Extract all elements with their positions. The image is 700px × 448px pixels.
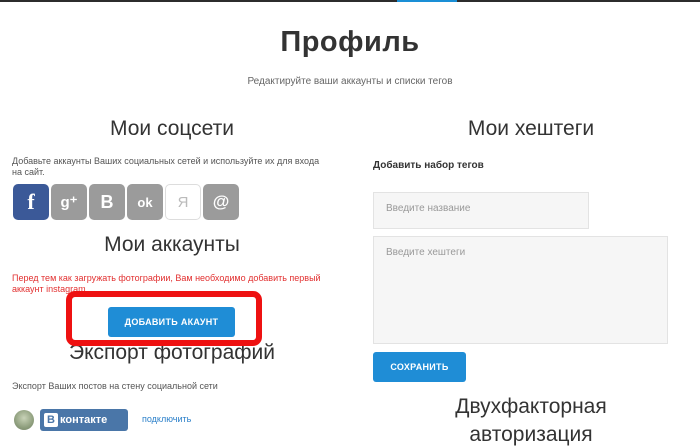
social-description: Добавьте аккаунты Ваших социальных сетей… — [12, 156, 320, 177]
social-heading: Мои соцсети — [109, 117, 234, 140]
save-button[interactable]: СОХРАНИТЬ — [373, 352, 466, 382]
facebook-icon[interactable]: f — [13, 184, 49, 220]
add-account-button[interactable]: ДОБАВИТЬ АКАУНТ — [108, 307, 235, 337]
page-title: Профиль — [280, 26, 420, 58]
top-bar — [0, 0, 700, 2]
export-description: Экспорт Ваших постов на стену социальной… — [12, 381, 218, 391]
hashtags-heading: Мои хештеги — [467, 117, 595, 140]
accounts-heading: Мои аккаунты — [104, 233, 240, 256]
twofa-heading-line1: Двухфакторная — [455, 395, 607, 418]
tag-set-name-placeholder: Введите название — [386, 203, 471, 214]
vkontakte-icon[interactable]: B — [89, 184, 125, 220]
twofa-heading-line2: авторизация — [469, 423, 593, 446]
connect-link[interactable]: подключить — [142, 414, 191, 424]
top-bar-accent — [397, 0, 457, 2]
vk-logo-text: контакте — [60, 414, 108, 426]
user-avatar — [14, 410, 34, 430]
page-subtitle: Редактируйте ваши аккаунты и списки тего… — [247, 76, 453, 87]
vk-logo: Вконтакте — [40, 409, 128, 431]
hashtags-placeholder: Введите хештеги — [386, 247, 466, 258]
mail-icon[interactable]: @ — [203, 184, 239, 220]
vk-logo-letter: В — [44, 413, 58, 427]
add-tag-set-label: Добавить набор тегов — [373, 160, 484, 171]
hashtags-textarea[interactable]: Введите хештеги — [373, 236, 668, 344]
tag-set-name-input[interactable]: Введите название — [373, 192, 589, 229]
yandex-icon[interactable]: Я — [165, 184, 201, 220]
google-plus-icon[interactable]: g⁺ — [51, 184, 87, 220]
odnoklassniki-icon[interactable]: ok — [127, 184, 163, 220]
